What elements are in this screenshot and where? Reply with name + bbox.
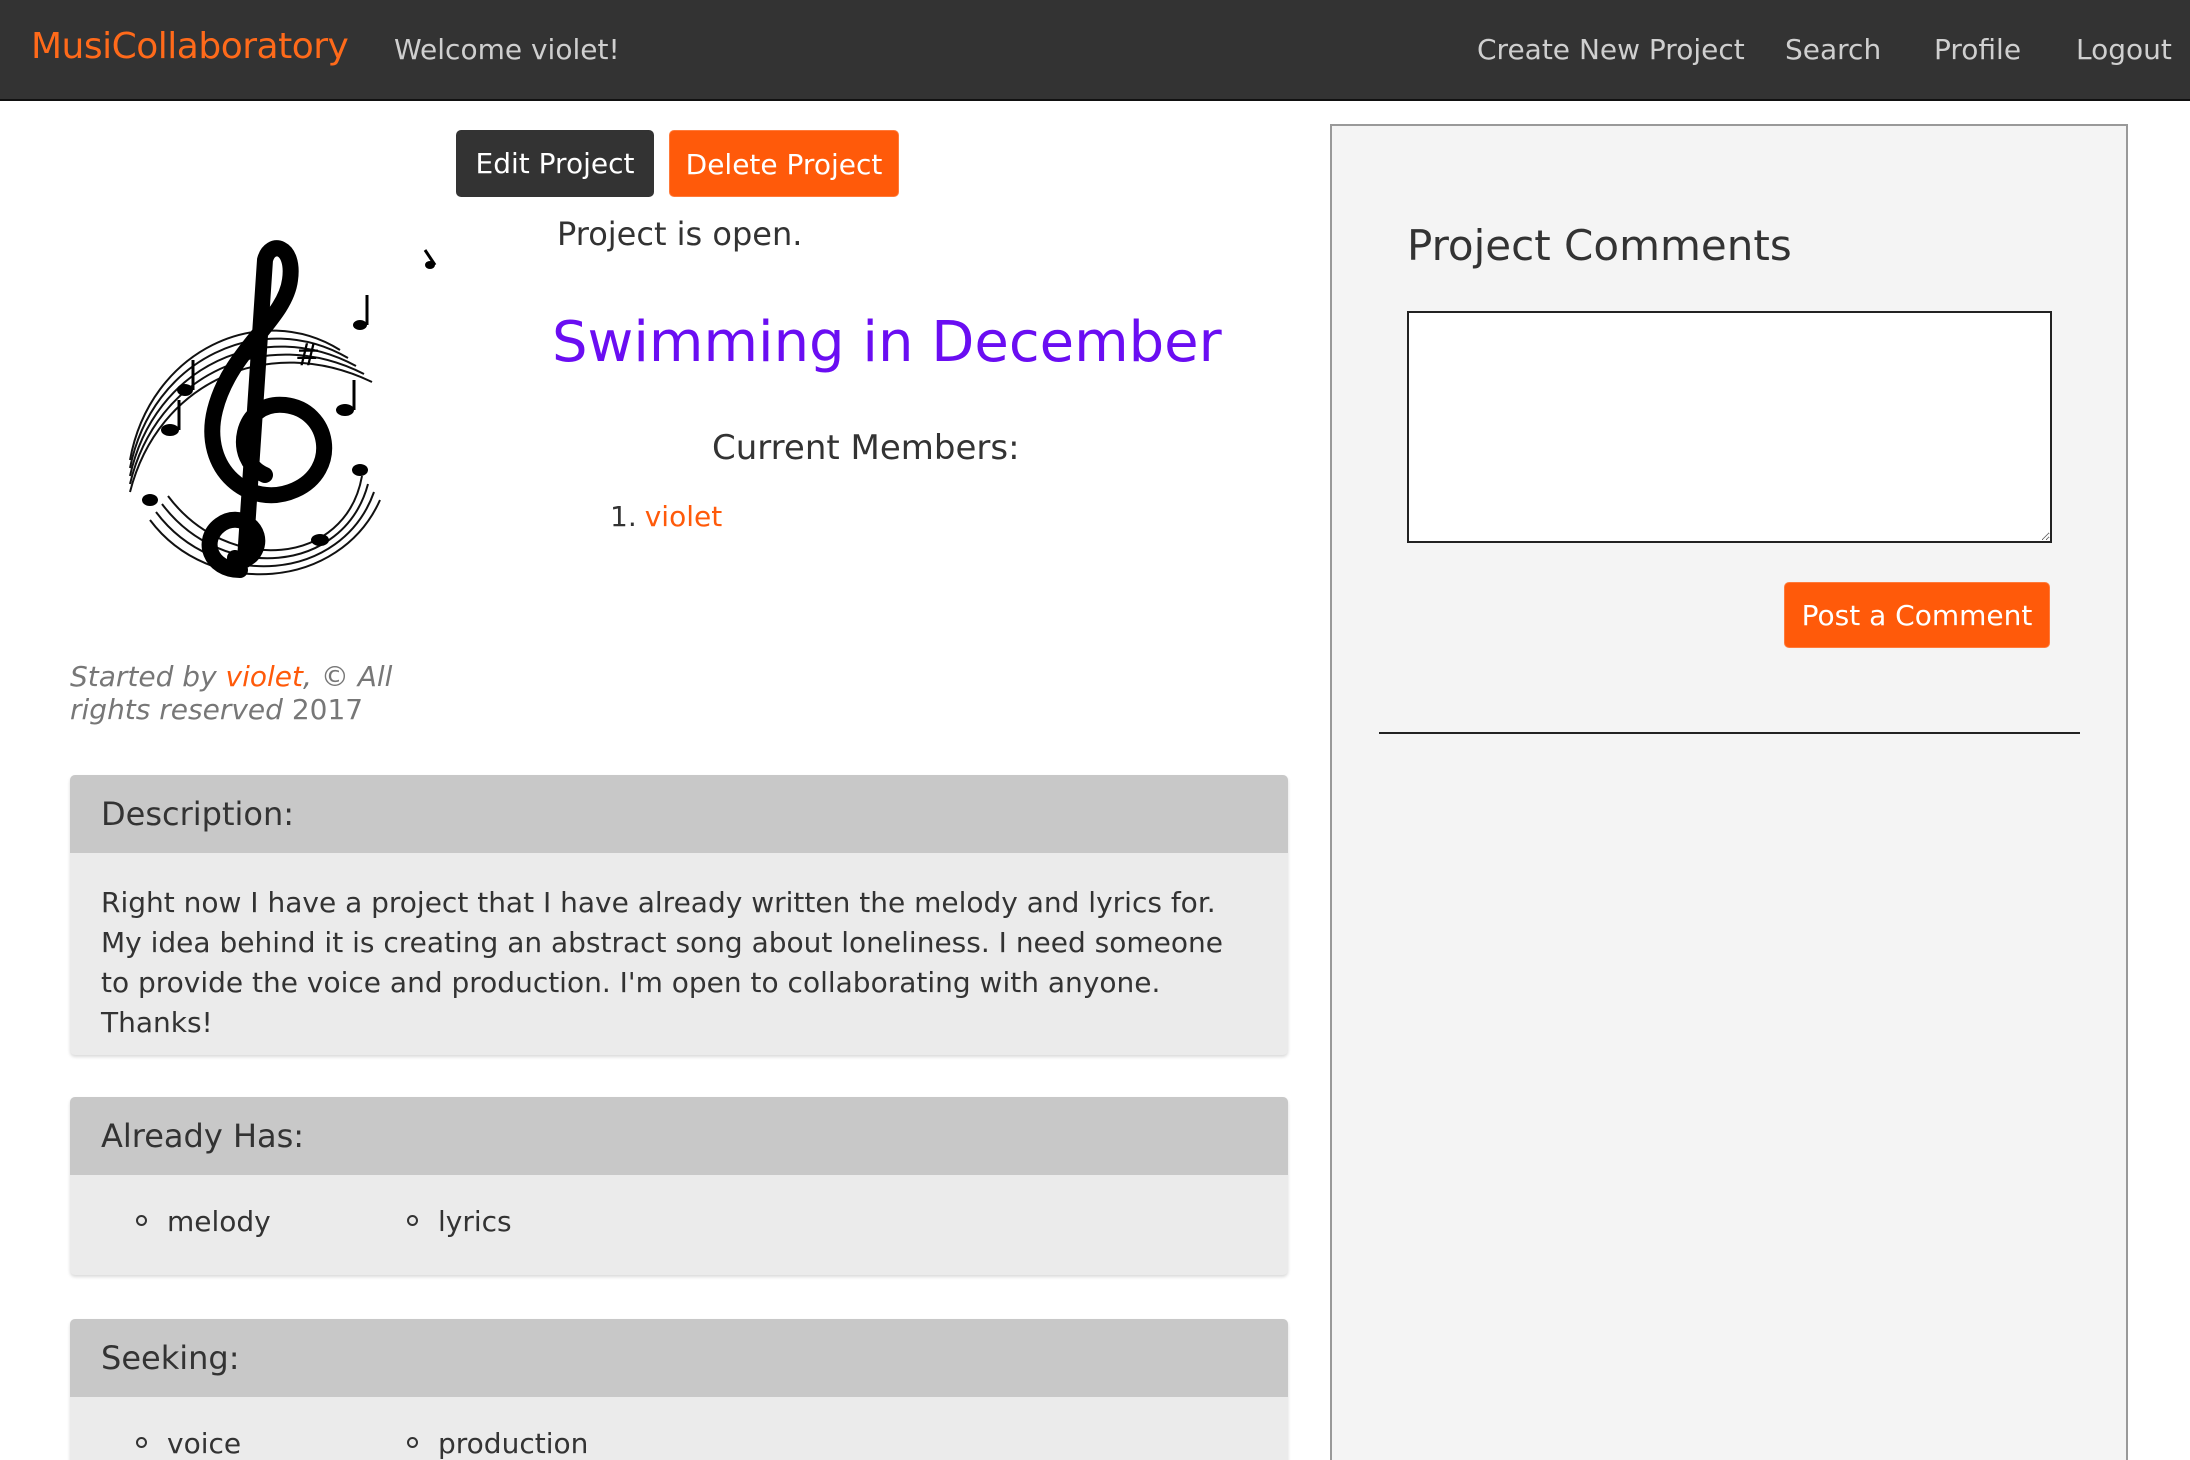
bullet-icon xyxy=(407,1436,418,1448)
brand-logo-link[interactable]: MusiCollaboratory xyxy=(31,26,349,67)
members-heading: Current Members: xyxy=(712,428,1020,468)
seeking-heading: Seeking: xyxy=(70,1319,1288,1397)
delete-project-button[interactable]: Delete Project xyxy=(669,130,899,197)
list-item: melody xyxy=(136,1205,271,1238)
list-item: voice xyxy=(136,1427,241,1460)
description-text: Right now I have a project that I have a… xyxy=(101,886,1224,1039)
nav-search-link[interactable]: Search xyxy=(1785,33,1881,66)
list-item: production xyxy=(407,1427,588,1460)
svg-text:#: # xyxy=(295,338,320,373)
seeking-list: voice production xyxy=(70,1397,1288,1460)
seeking-panel: Seeking: voice production xyxy=(70,1319,1288,1460)
list-item: lyrics xyxy=(407,1205,512,1238)
tag-label: melody xyxy=(167,1205,271,1238)
members-list: 1. violet xyxy=(610,500,722,533)
bullet-icon xyxy=(136,1214,147,1226)
member-number: 1. xyxy=(610,500,637,533)
welcome-message: Welcome violet! xyxy=(394,33,620,66)
edit-project-button[interactable]: Edit Project xyxy=(456,130,654,197)
member-link[interactable]: violet xyxy=(645,500,722,533)
comments-divider xyxy=(1379,732,2080,734)
project-title: Swimming in December xyxy=(552,310,1222,375)
comments-sidebar: Project Comments Post a Comment xyxy=(1330,124,2128,1460)
nav-profile-link[interactable]: Profile xyxy=(1934,33,2021,66)
author-link[interactable]: violet xyxy=(226,660,303,693)
already-has-list: melody lyrics xyxy=(70,1175,1288,1275)
credit-prefix: Started by xyxy=(70,660,226,693)
nav-create-project-link[interactable]: Create New Project xyxy=(1477,33,1745,66)
tag-label: lyrics xyxy=(438,1205,512,1238)
description-heading: Description: xyxy=(70,775,1288,853)
description-panel: Description: Right now I have a project … xyxy=(70,775,1288,1055)
nav-logout-link[interactable]: Logout xyxy=(2076,33,2172,66)
tag-label: production xyxy=(438,1427,589,1460)
credit-year: 2017 xyxy=(282,693,364,726)
comments-title: Project Comments xyxy=(1407,221,1792,270)
already-has-panel: Already Has: melody lyrics xyxy=(70,1097,1288,1275)
bullet-icon xyxy=(407,1214,418,1226)
navbar: MusiCollaboratory Welcome violet! Create… xyxy=(0,0,2190,101)
project-credit: Started by violet, © All rights reserved… xyxy=(70,660,470,726)
post-comment-button[interactable]: Post a Comment xyxy=(1784,582,2050,648)
tag-label: voice xyxy=(167,1427,242,1460)
bullet-icon xyxy=(136,1436,147,1448)
already-has-heading: Already Has: xyxy=(70,1097,1288,1175)
treble-clef-music-notes-icon: # xyxy=(129,240,437,578)
project-status: Project is open. xyxy=(557,215,803,253)
comment-input[interactable] xyxy=(1407,311,2052,543)
